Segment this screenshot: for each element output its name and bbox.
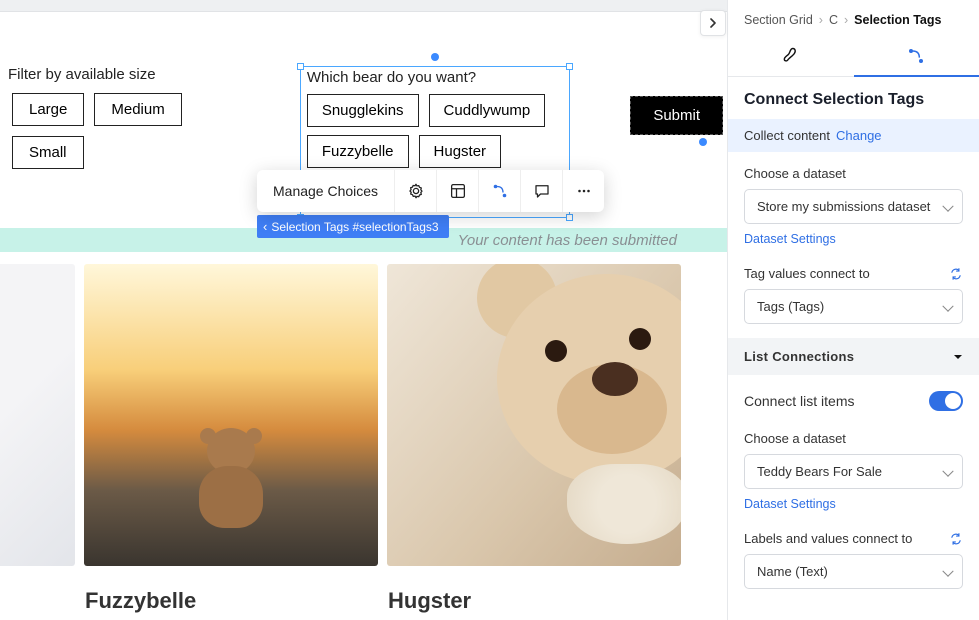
layout-icon <box>449 182 467 200</box>
product-title: Fuzzybelle <box>85 588 378 614</box>
submit-button[interactable]: Submit <box>630 96 723 135</box>
brush-icon <box>781 46 801 66</box>
product-image <box>0 264 75 566</box>
dataset-settings-link-1[interactable]: Dataset Settings <box>744 232 836 246</box>
selection-handle[interactable] <box>566 214 573 221</box>
selection-handle[interactable] <box>297 63 304 70</box>
question-label: Which bear do you want? <box>307 69 564 86</box>
selection-anchor[interactable] <box>699 138 707 146</box>
settings-button[interactable] <box>394 170 436 212</box>
product-card[interactable]: Hugster <box>387 264 681 614</box>
comments-button[interactable] <box>520 170 562 212</box>
bear-option-snugglekins[interactable]: Snugglekins <box>307 94 419 127</box>
teddy-bear-icon <box>186 428 276 528</box>
connect-list-toggle[interactable] <box>929 391 963 411</box>
filter-size-label: Filter by available size <box>8 66 240 83</box>
product-card[interactable]: Fuzzybelle <box>84 264 378 614</box>
connect-data-button[interactable] <box>478 170 520 212</box>
chevron-right-icon <box>708 18 718 28</box>
breadcrumb-item-active: Selection Tags <box>854 13 941 27</box>
dataset-select-1[interactable]: Store my submissions dataset <box>744 189 963 224</box>
teddy-bear-icon <box>387 264 681 566</box>
list-connections-header[interactable]: List Connections <box>728 338 979 375</box>
bear-option-fuzzybelle[interactable]: Fuzzybelle <box>307 135 409 168</box>
tag-values-label: Tag values connect to <box>744 266 963 281</box>
tag-values-label-text: Tag values connect to <box>744 266 870 281</box>
expand-panel-toggle[interactable] <box>700 10 726 36</box>
connect-list-label: Connect list items <box>744 393 854 409</box>
layout-button[interactable] <box>436 170 478 212</box>
dataset-select-1-value: Store my submissions dataset <box>757 199 930 214</box>
size-option-small[interactable]: Small <box>12 136 84 169</box>
labels-connect-select-value: Name (Text) <box>757 564 828 579</box>
breadcrumb-item[interactable]: Section Grid <box>744 13 813 27</box>
collect-content-label: Collect content <box>744 128 830 143</box>
collect-content-change[interactable]: Change <box>836 128 882 143</box>
choose-dataset-label-2: Choose a dataset <box>744 431 963 446</box>
labels-connect-select[interactable]: Name (Text) <box>744 554 963 589</box>
caret-down-icon <box>953 352 963 362</box>
breadcrumb-item[interactable]: C <box>829 13 838 27</box>
more-button[interactable] <box>562 170 604 212</box>
connect-icon <box>906 46 926 66</box>
manage-choices-button[interactable]: Manage Choices <box>257 170 394 212</box>
element-badge-text: Selection Tags #selectionTags3 <box>271 220 438 234</box>
sync-icon[interactable] <box>949 532 963 546</box>
editor-canvas: Filter by available size Large Medium Sm… <box>0 12 727 620</box>
selection-anchor[interactable] <box>431 53 439 61</box>
selection-handle[interactable] <box>566 63 573 70</box>
breadcrumb: Section Grid › C › Selection Tags <box>728 0 979 35</box>
status-text: Your content has been submitted <box>458 232 677 249</box>
bear-option-cuddlywump[interactable]: Cuddlywump <box>429 94 546 127</box>
product-title: Hugster <box>388 588 681 614</box>
more-icon <box>575 182 593 200</box>
tab-connect[interactable] <box>854 35 979 76</box>
collect-content-row: Collect content Change <box>728 119 979 152</box>
choose-dataset-label: Choose a dataset <box>744 166 963 181</box>
tag-values-select[interactable]: Tags (Tags) <box>744 289 963 324</box>
inspector-panel: Section Grid › C › Selection Tags Connec… <box>727 0 979 620</box>
product-card[interactable] <box>0 264 75 614</box>
breadcrumb-sep: › <box>844 13 848 27</box>
dataset-select-2[interactable]: Teddy Bears For Sale <box>744 454 963 489</box>
product-image <box>387 264 681 566</box>
labels-connect-label: Labels and values connect to <box>744 531 963 546</box>
size-option-large[interactable]: Large <box>12 93 84 126</box>
comment-icon <box>533 182 551 200</box>
bear-option-hugster[interactable]: Hugster <box>419 135 502 168</box>
product-grid: Fuzzybelle Hugster <box>0 264 681 614</box>
labels-connect-label-text: Labels and values connect to <box>744 531 912 546</box>
tag-values-select-value: Tags (Tags) <box>757 299 824 314</box>
gear-icon <box>407 182 425 200</box>
panel-title: Connect Selection Tags <box>728 77 979 119</box>
dataset-settings-link-2[interactable]: Dataset Settings <box>744 497 836 511</box>
element-badge[interactable]: Selection Tags #selectionTags3 <box>257 215 449 238</box>
sync-icon[interactable] <box>949 267 963 281</box>
dataset-select-2-value: Teddy Bears For Sale <box>757 464 882 479</box>
size-option-medium[interactable]: Medium <box>94 93 181 126</box>
product-image <box>84 264 378 566</box>
tab-design[interactable] <box>728 35 854 76</box>
filter-size-block: Filter by available size Large Medium Sm… <box>4 66 240 169</box>
breadcrumb-sep: › <box>819 13 823 27</box>
panel-tabs <box>728 35 979 77</box>
element-toolbar: Manage Choices <box>257 170 604 212</box>
connect-icon <box>491 182 509 200</box>
list-connections-label: List Connections <box>744 349 854 364</box>
